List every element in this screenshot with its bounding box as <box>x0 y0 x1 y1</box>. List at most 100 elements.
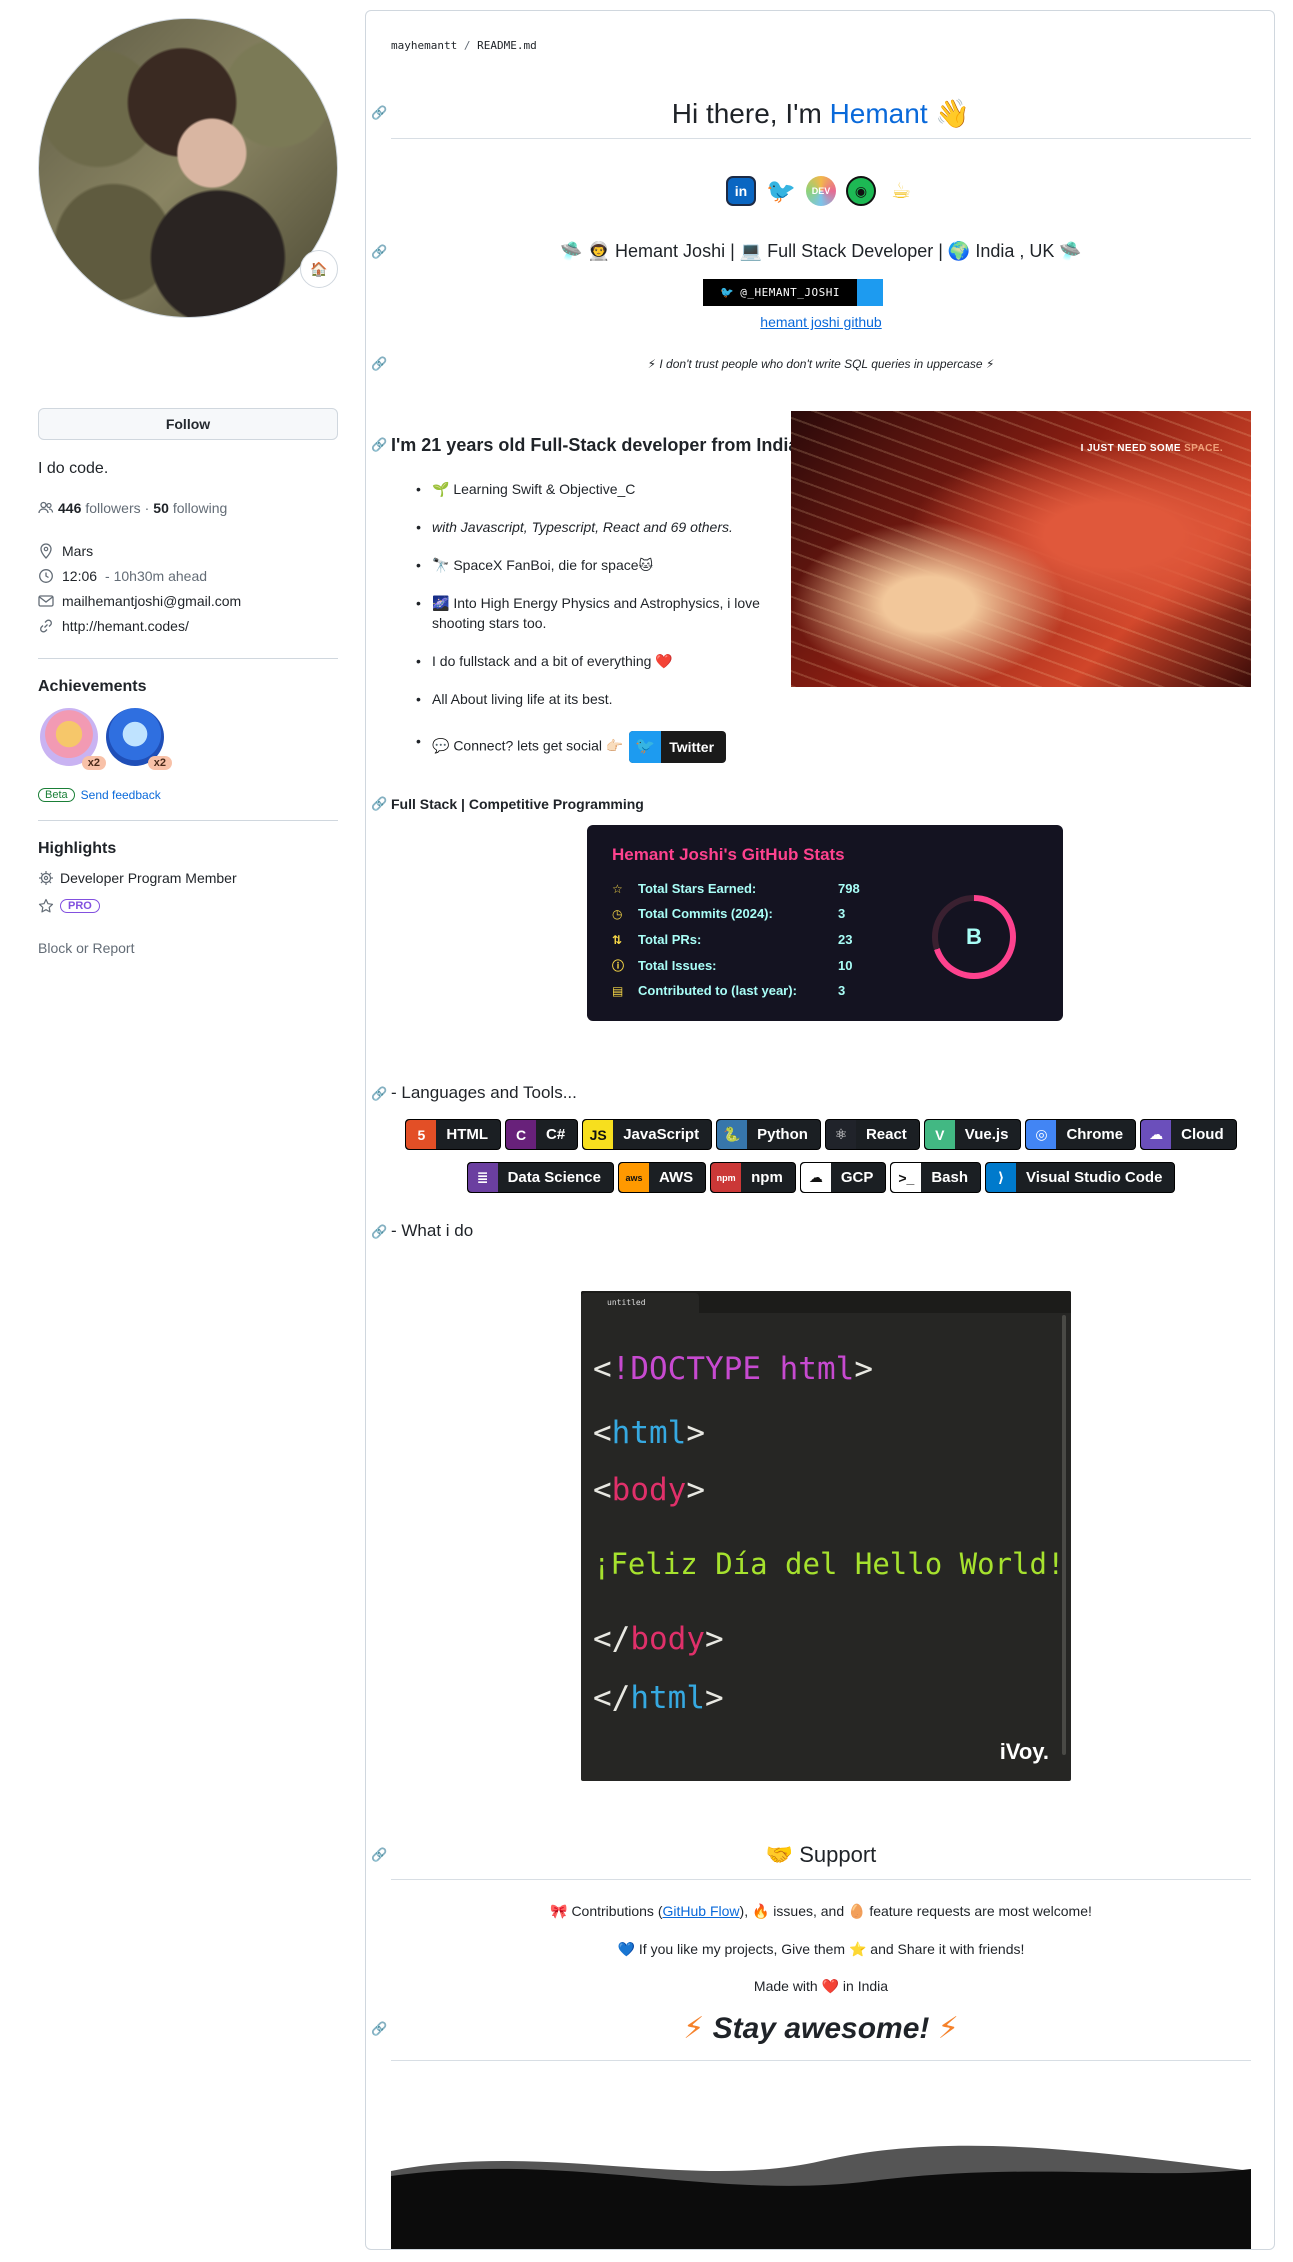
tool-badge[interactable]: 🐍 Python <box>716 1119 821 1150</box>
mail-icon <box>38 593 54 609</box>
crumb-separator: / <box>463 39 471 52</box>
email-item: mailhemantjoshi@gmail.com <box>38 588 338 613</box>
sidebar-divider <box>38 820 338 821</box>
github-stats-image-link[interactable]: hemant joshi github <box>391 314 1251 330</box>
ivoy-logo: iVoy. <box>999 1739 1049 1764</box>
list-item: 💬 Connect? lets get social 👉🏻 🐦 Twitter <box>416 731 776 763</box>
space-gif: I JUST NEED SOME SPACE. <box>791 411 1251 687</box>
tool-badge[interactable]: ⟩ Visual Studio Code <box>985 1162 1176 1193</box>
anchor-link-icon[interactable]: 🔗 <box>371 2021 387 2037</box>
twitter-icon[interactable]: 🐦 <box>766 176 796 206</box>
tool-name: Chrome <box>1066 1126 1124 1143</box>
twitter-badge-count <box>857 279 883 306</box>
stats-value: 3 <box>838 983 846 998</box>
website-link[interactable]: http://hemant.codes/ <box>62 618 189 634</box>
dev-to-icon[interactable]: DEV <box>806 176 836 206</box>
stats-label: Total Stars Earned: <box>638 881 757 896</box>
stats-value: 10 <box>838 958 853 973</box>
tool-badge[interactable]: C C# <box>505 1119 579 1150</box>
tool-badge[interactable]: ◎ Chrome <box>1025 1119 1137 1150</box>
followers-count[interactable]: 446 <box>58 500 81 516</box>
people-icon <box>38 500 54 516</box>
tool-badge[interactable]: ☁ GCP <box>799 1162 887 1193</box>
pro-badge[interactable]: PRO <box>60 899 100 913</box>
local-time: 12:06 <box>62 567 98 584</box>
tool-logo-icon: npm <box>711 1163 742 1192</box>
tool-name: HTML <box>446 1126 489 1143</box>
block-or-report-link[interactable]: Block or Report <box>38 940 134 956</box>
tool-logo-icon: ≣ <box>467 1163 498 1192</box>
made-with-paragraph: Made with ❤️ in India <box>753 1978 889 1994</box>
star-icon <box>38 898 54 914</box>
stats-label: Contributed to (last year): <box>638 983 797 998</box>
tool-badge[interactable]: ⚛ React <box>824 1119 920 1150</box>
tool-badge[interactable]: npm npm <box>710 1162 796 1193</box>
greeting-name: Hemant <box>829 98 928 129</box>
twitter-button[interactable]: 🐦 Twitter <box>629 731 727 763</box>
footer-wave <box>391 2145 1251 2249</box>
code-bracket: > <box>686 1415 705 1451</box>
status-emoji[interactable]: 🏠 <box>300 250 338 288</box>
support-heading: 🤝 Support <box>765 1842 877 1867</box>
anchor-link-icon[interactable]: 🔗 <box>371 796 387 812</box>
crumb-user[interactable]: mayhemantt <box>391 39 457 52</box>
github-flow-link[interactable]: GitHub Flow <box>663 1903 740 1919</box>
stats-label: Total PRs: <box>638 932 702 947</box>
tool-badge[interactable]: 5 HTML <box>405 1119 502 1150</box>
linkedin-icon[interactable]: in <box>726 176 756 206</box>
tool-badge[interactable]: ☁ Cloud <box>1140 1119 1237 1150</box>
achievements-heading[interactable]: Achievements <box>38 678 147 696</box>
achievement-badge[interactable]: x2 <box>106 708 172 770</box>
achievement-multiplier: x2 <box>81 756 106 770</box>
languages-heading: - Languages and Tools... <box>391 1083 577 1102</box>
anchor-link-icon[interactable]: 🔗 <box>371 105 387 121</box>
anchor-link-icon[interactable]: 🔗 <box>371 356 387 372</box>
cpu-icon <box>38 870 54 886</box>
twitter-follow-badge[interactable]: 🐦 @_HEMANT_JOSHI <box>703 279 883 306</box>
achievement-badge[interactable]: x2 <box>40 708 106 770</box>
tool-badge[interactable]: JS JavaScript <box>582 1119 713 1150</box>
spotify-icon[interactable]: ◉ <box>846 176 876 206</box>
stay-awesome-text: Stay awesome! <box>712 2012 930 2045</box>
tool-name: Cloud <box>1181 1126 1224 1143</box>
support-paragraph: 🎀 Contributions (GitHub Flow), 🔥 issues,… <box>391 1903 1251 1920</box>
tool-badge[interactable]: aws AWS <box>617 1162 707 1193</box>
anchor-link-icon[interactable]: 🔗 <box>371 1847 387 1863</box>
email-link[interactable]: mailhemantjoshi@gmail.com <box>62 593 241 609</box>
followers-label[interactable]: followers <box>85 500 140 516</box>
following-label[interactable]: following <box>173 500 227 516</box>
tool-badge[interactable]: ≣ Data Science <box>466 1162 614 1193</box>
tool-badge[interactable]: V Vue.js <box>923 1119 1022 1150</box>
follow-button[interactable]: Follow <box>38 408 338 440</box>
developer-program-text[interactable]: Developer Program Member <box>60 870 237 886</box>
twitter-badge-label: 🐦 @_HEMANT_JOSHI <box>703 279 857 306</box>
avatar[interactable] <box>38 18 338 318</box>
code-bracket: </ <box>593 1621 631 1657</box>
tool-logo-icon: ⚛ <box>825 1120 856 1149</box>
share-paragraph: 💙 If you like my projects, Give them ⭐ a… <box>617 1941 1025 1957</box>
code-bracket: > <box>704 1621 724 1657</box>
code-bracket: </ <box>593 1680 631 1716</box>
follow-stats: 446 followers · 50 following <box>38 500 227 516</box>
crumb-file[interactable]: README.md <box>477 39 537 52</box>
tool-badge[interactable]: >_ Bash <box>890 1162 982 1193</box>
anchor-link-icon[interactable]: 🔗 <box>371 244 387 260</box>
twitter-bird-icon: 🐦 <box>629 731 662 763</box>
send-feedback-link[interactable]: Send feedback <box>81 788 161 802</box>
anchor-link-icon[interactable]: 🔗 <box>371 1086 387 1102</box>
tool-name: Vue.js <box>964 1126 1009 1143</box>
anchor-link-icon[interactable]: 🔗 <box>371 1224 387 1240</box>
twitter-button-label: Twitter <box>669 739 715 755</box>
tool-logo-icon: aws <box>618 1163 649 1192</box>
following-count[interactable]: 50 <box>153 500 169 516</box>
greeting-heading: Hi there, I'm Hemant 👋 <box>391 97 1251 130</box>
code-bracket: > <box>704 1680 724 1716</box>
anchor-link-icon[interactable]: 🔗 <box>371 437 387 453</box>
lightning-icon: ⚡ <box>683 2012 705 2045</box>
list-item: 🌌 Into High Energy Physics and Astrophys… <box>416 593 776 633</box>
heading-rule <box>391 138 1251 139</box>
buy-me-coffee-icon[interactable]: ☕ <box>886 176 916 206</box>
tool-name: AWS <box>658 1169 694 1186</box>
stats-title: Hemant Joshi's GitHub Stats <box>612 845 845 864</box>
stats-row: ☆ Total Stars Earned: 798 <box>612 881 860 896</box>
